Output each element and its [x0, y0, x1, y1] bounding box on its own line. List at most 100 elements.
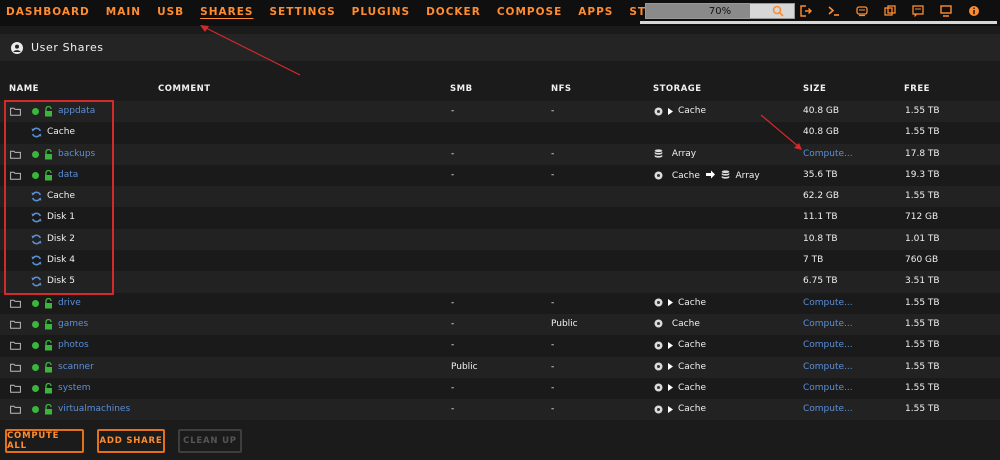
storage-label: Cache: [678, 297, 706, 308]
size-value: 11.1 TB: [803, 212, 838, 223]
disk-row: Disk 1 11.1 TB 712 GB: [0, 207, 1000, 229]
new-window-icon[interactable]: [882, 3, 898, 19]
arrow-right-icon: [668, 341, 673, 349]
share-name-link[interactable]: drive: [58, 298, 81, 308]
nav-item-main[interactable]: MAIN: [106, 6, 141, 18]
compute-size-link[interactable]: Compute...: [803, 383, 853, 393]
share-row: scanner Public - Cache Compute... 1.55 TB: [0, 356, 1000, 378]
nav-icon-bar: [770, 3, 982, 19]
col-name[interactable]: NAME: [9, 84, 39, 94]
folder-icon[interactable]: [10, 384, 21, 393]
notes-icon[interactable]: [910, 3, 926, 19]
cache-icon: [654, 107, 663, 115]
size-value: 40.8 GB: [803, 127, 840, 138]
folder-icon[interactable]: [10, 341, 21, 351]
nav-item-docker[interactable]: DOCKER: [426, 6, 481, 18]
share-name-link[interactable]: games: [58, 319, 88, 329]
clean-up-button[interactable]: CLEAN UP: [178, 429, 242, 453]
utilization-underline: [640, 21, 997, 24]
nav-item-usb[interactable]: USB: [157, 6, 184, 18]
folder-icon[interactable]: [10, 405, 21, 414]
top-nav: DASHBOARD MAIN USB SHARES SETTINGS PLUGINS DOC…: [0, 0, 1000, 26]
storage-label: Cache: [678, 404, 706, 415]
cache-icon: [654, 319, 663, 328]
size-value: 35.6 TB: [803, 169, 838, 180]
add-share-button[interactable]: ADD SHARE: [97, 429, 165, 453]
array-icon: [654, 149, 663, 158]
col-smb[interactable]: SMB: [450, 84, 473, 94]
nfs-value: -: [551, 382, 555, 393]
nav-item-plugins[interactable]: PLUGINS: [352, 6, 410, 18]
share-name-link[interactable]: photos: [58, 340, 89, 350]
storage-value: Cache: [654, 404, 706, 414]
storage-value: Cache: [654, 340, 706, 350]
move-arrow: [703, 170, 718, 182]
storage-value: Cache: [654, 298, 706, 308]
share-name-link[interactable]: scanner: [58, 362, 94, 372]
smb-value: -: [451, 297, 455, 308]
free-value: 1.55 TB: [905, 318, 940, 329]
nfs-value: -: [551, 169, 555, 180]
compute-size-link[interactable]: Compute...: [803, 298, 853, 308]
storage-value: Cache: [654, 362, 706, 372]
search-icon[interactable]: [770, 3, 786, 19]
compute-all-button[interactable]: COMPUTE ALL: [5, 429, 84, 453]
share-row: appdata - - Cache 40.8 GB 1.55 TB: [0, 101, 1000, 123]
cache-icon: [654, 383, 663, 392]
share-row: drive - - Cache Compute... 1.55 TB: [0, 292, 1000, 314]
col-nfs[interactable]: NFS: [551, 84, 572, 94]
smb-value: -: [451, 404, 455, 415]
cache-icon: [654, 405, 663, 414]
free-value: 1.55 TB: [905, 382, 940, 393]
storage-value: Array: [654, 149, 696, 159]
nfs-value: -: [551, 106, 555, 116]
nav-item-apps[interactable]: APPS: [578, 6, 613, 18]
info-icon[interactable]: [966, 3, 982, 19]
nav-item-compose[interactable]: COMPOSE: [497, 6, 562, 18]
compute-size-link[interactable]: Compute...: [803, 149, 853, 159]
col-storage[interactable]: STORAGE: [653, 84, 702, 94]
disk-row: Cache 40.8 GB 1.55 TB: [0, 122, 1000, 144]
feedback-icon[interactable]: [854, 3, 870, 19]
share-name-link[interactable]: virtualmachines: [58, 404, 130, 414]
folder-icon[interactable]: [10, 320, 21, 329]
terminal-icon[interactable]: [826, 3, 842, 19]
cache-icon: [654, 362, 663, 371]
storage-value: Cache Array: [654, 170, 760, 182]
col-free[interactable]: FREE: [904, 84, 930, 94]
smb-value: -: [451, 382, 455, 393]
free-value: 760 GB: [905, 255, 939, 266]
annotation-arrow-shares: [200, 25, 301, 76]
cache-icon: [654, 171, 663, 180]
compute-size-link[interactable]: Compute...: [803, 340, 853, 350]
nav-item-dashboard[interactable]: DASHBOARD: [6, 6, 90, 18]
share-name-link[interactable]: system: [58, 383, 91, 393]
table-header: NAME COMMENT SMB NFS STORAGE SIZE FREE: [0, 79, 1000, 99]
compute-size-link[interactable]: Compute...: [803, 319, 853, 329]
smb-value: -: [451, 340, 455, 351]
arrow-right-icon: [668, 299, 673, 307]
free-value: 17.8 TB: [905, 148, 940, 159]
section-header: User Shares: [0, 34, 1000, 61]
smb-value: -: [451, 106, 455, 116]
disk-row: Disk 47 TB 760 GB: [0, 250, 1000, 272]
monitor-icon[interactable]: [938, 3, 954, 19]
array-icon: [721, 170, 729, 179]
compute-size-link[interactable]: Compute...: [803, 362, 853, 372]
col-size[interactable]: SIZE: [803, 84, 826, 94]
folder-icon[interactable]: [10, 299, 21, 308]
size-value: 6.75 TB: [803, 276, 838, 287]
nav-item-shares[interactable]: SHARES: [200, 6, 253, 18]
compute-size-link[interactable]: Compute...: [803, 404, 853, 414]
nfs-value: -: [551, 361, 555, 372]
lock-icon: [44, 382, 53, 394]
folder-icon[interactable]: [10, 363, 21, 372]
col-comment[interactable]: COMMENT: [158, 84, 211, 94]
annotation-arrow-compute: [760, 114, 802, 150]
nav-item-settings[interactable]: SETTINGS: [269, 6, 335, 18]
logout-icon[interactable]: [798, 3, 814, 19]
status-dot: [32, 384, 39, 392]
status-dot: [32, 299, 39, 307]
free-value: 712 GB: [905, 212, 939, 223]
arrow-right-icon: [668, 107, 673, 115]
